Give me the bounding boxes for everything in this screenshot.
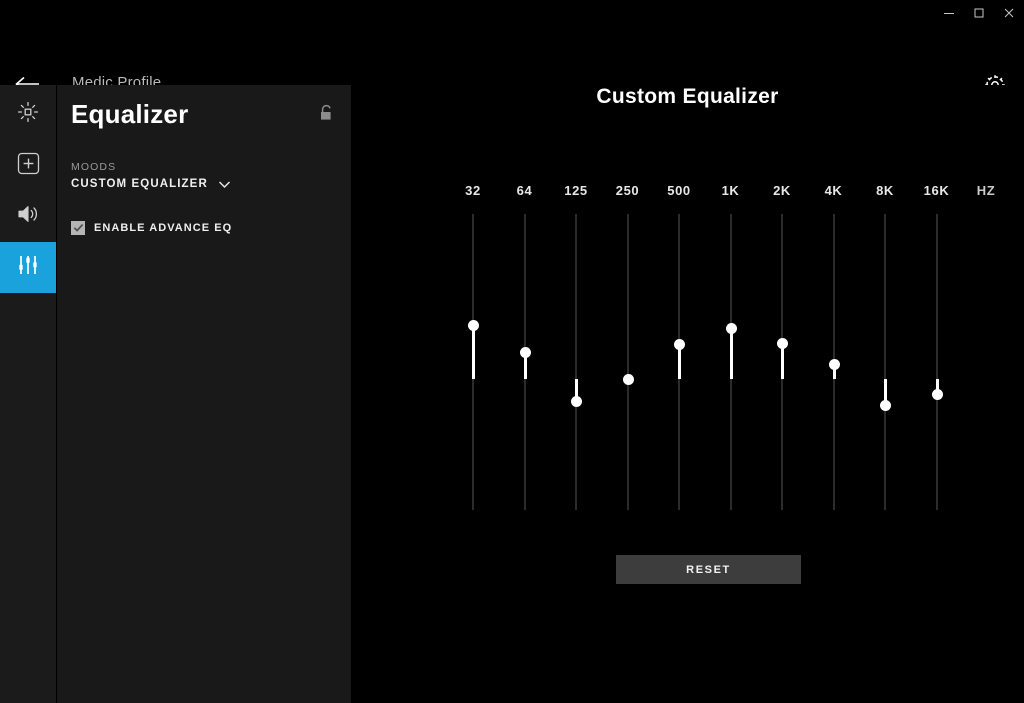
- eq-slider-track[interactable]: [627, 214, 629, 510]
- eq-slider-handle[interactable]: [571, 396, 582, 407]
- eq-band-label: 16K: [911, 183, 963, 198]
- eq-band-label: 250: [602, 183, 654, 198]
- equalizer-icon: [15, 252, 41, 283]
- eq-band-125[interactable]: 125: [550, 183, 602, 503]
- close-button[interactable]: [994, 0, 1024, 26]
- moods-label: MOODS: [71, 161, 116, 173]
- mood-selected-value: CUSTOM EQUALIZER: [71, 178, 208, 190]
- enable-advance-eq-checkbox[interactable]: [71, 221, 85, 235]
- unlock-icon[interactable]: [316, 103, 336, 123]
- eq-slider-handle[interactable]: [623, 374, 634, 385]
- eq-band-2k[interactable]: 2K: [756, 183, 808, 503]
- equalizer-heading: Custom Equalizer: [351, 85, 1024, 109]
- eq-band-label: 125: [550, 183, 602, 198]
- hz-unit-label: HZ: [966, 183, 1006, 198]
- minimize-button[interactable]: [934, 0, 964, 26]
- eq-band-250[interactable]: 250: [602, 183, 654, 503]
- mood-dropdown[interactable]: CUSTOM EQUALIZER: [71, 178, 231, 190]
- eq-band-500[interactable]: 500: [653, 183, 705, 503]
- eq-slider-track[interactable]: [884, 214, 886, 510]
- eq-band-label: 4K: [808, 183, 860, 198]
- sidebar-item-add[interactable]: [0, 140, 56, 191]
- add-icon: [16, 151, 41, 181]
- reset-button[interactable]: RESET: [616, 555, 801, 584]
- sidebar-item-brightness[interactable]: [0, 89, 56, 140]
- eq-band-64[interactable]: 64: [499, 183, 551, 503]
- panel-header: Equalizer: [57, 85, 351, 140]
- eq-slider-handle[interactable]: [880, 400, 891, 411]
- eq-slider-track[interactable]: [936, 214, 938, 510]
- brightness-icon: [16, 100, 40, 129]
- enable-advance-eq-label: ENABLE ADVANCE EQ: [94, 222, 232, 234]
- enable-advance-eq-row[interactable]: ENABLE ADVANCE EQ: [71, 221, 232, 235]
- eq-slider-handle[interactable]: [932, 389, 943, 400]
- equalizer-panel: Equalizer MOODS CUSTOM EQUALIZER: [57, 85, 351, 703]
- eq-band-label: 8K: [859, 183, 911, 198]
- eq-band-8k[interactable]: 8K: [859, 183, 911, 503]
- top-bar: Medic Profile: [0, 26, 1024, 85]
- eq-band-label: 500: [653, 183, 705, 198]
- eq-band-label: 2K: [756, 183, 808, 198]
- eq-slider-fill: [730, 328, 733, 379]
- eq-slider-fill: [472, 325, 475, 379]
- eq-slider-handle[interactable]: [777, 338, 788, 349]
- sidebar-rail: [0, 85, 56, 703]
- application-window: Medic Profile: [0, 0, 1024, 703]
- eq-slider-handle[interactable]: [726, 323, 737, 334]
- eq-band-label: 32: [447, 183, 499, 198]
- main-content: Custom Equalizer 32641252505001K2K4K8K16…: [351, 85, 1024, 703]
- eq-slider-handle[interactable]: [674, 339, 685, 350]
- equalizer-sliders: 32641252505001K2K4K8K16KHZ: [447, 183, 967, 503]
- page-title: Equalizer: [71, 99, 188, 130]
- sidebar-item-equalizer[interactable]: [0, 242, 56, 293]
- eq-band-16k[interactable]: 16K: [911, 183, 963, 503]
- eq-slider-handle[interactable]: [829, 359, 840, 370]
- eq-slider-handle[interactable]: [468, 320, 479, 331]
- eq-band-label: 1K: [705, 183, 757, 198]
- eq-slider-track[interactable]: [575, 214, 577, 510]
- eq-band-label: 64: [499, 183, 551, 198]
- eq-band-32[interactable]: 32: [447, 183, 499, 503]
- eq-band-1k[interactable]: 1K: [705, 183, 757, 503]
- maximize-button[interactable]: [964, 0, 994, 26]
- window-titlebar: [0, 0, 1024, 26]
- speaker-icon: [15, 202, 41, 231]
- eq-slider-handle[interactable]: [520, 347, 531, 358]
- sidebar-item-sound[interactable]: [0, 191, 56, 242]
- eq-band-4k[interactable]: 4K: [808, 183, 860, 503]
- chevron-down-icon: [218, 180, 231, 189]
